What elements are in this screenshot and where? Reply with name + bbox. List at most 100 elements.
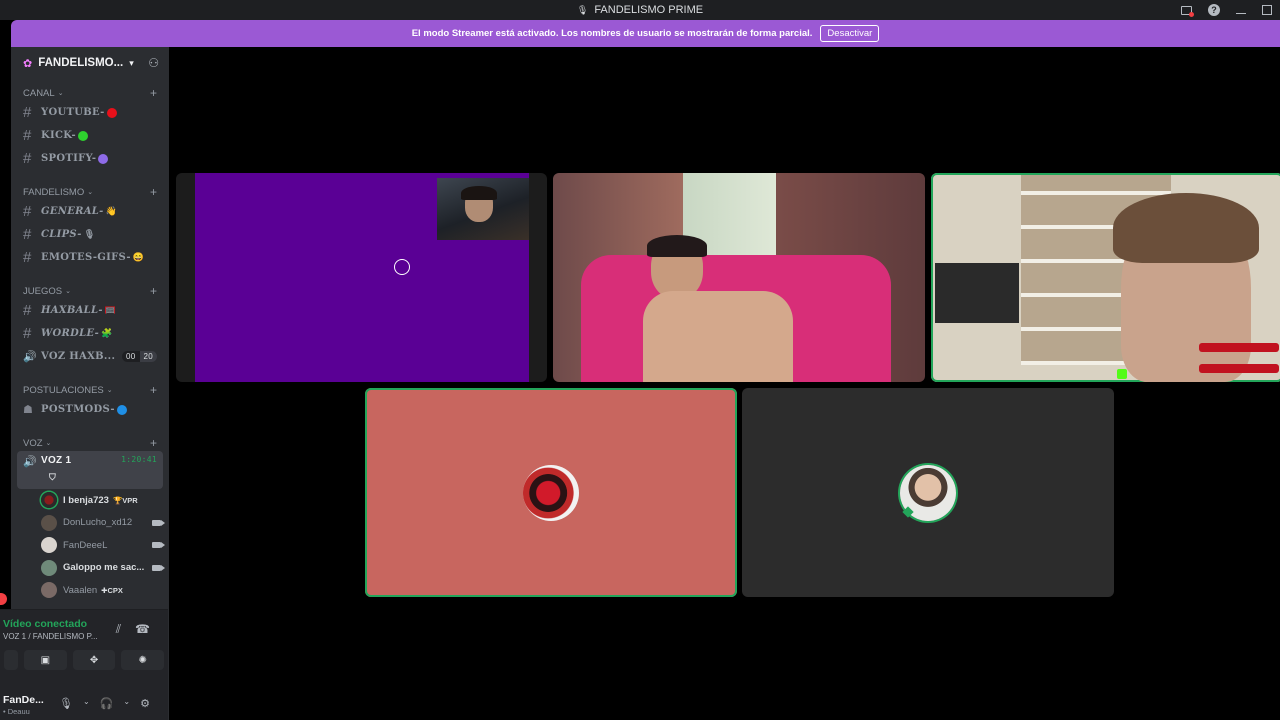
window-title: 🎙 FANDELISMO PRIME	[576, 4, 704, 16]
camera-icon	[152, 519, 165, 526]
person-torso	[643, 291, 793, 382]
screen-share-icon[interactable]	[1181, 5, 1194, 17]
hash-icon: #	[23, 203, 32, 220]
voice-controls: ⫽ ☎	[116, 622, 150, 637]
avatar	[41, 492, 57, 509]
soundboard-button[interactable]: ✺	[121, 650, 165, 670]
microphone-icon[interactable]: 🎙	[59, 697, 73, 710]
voice-user[interactable]: FanDeeeL	[11, 534, 169, 557]
chevron-down-icon: ⌄	[106, 387, 113, 394]
window-controls: ?	[1181, 0, 1280, 20]
minimize-icon[interactable]	[1236, 7, 1246, 14]
channel-kick[interactable]: # KICK-	[17, 124, 163, 147]
streamer-mode-banner: El modo Streamer está activado. Los nomb…	[11, 20, 1280, 47]
avatar	[41, 582, 57, 599]
avatar	[41, 514, 57, 531]
headphones-icon[interactable]: 🎧	[100, 697, 114, 710]
add-user-icon[interactable]: ⚇	[148, 56, 159, 70]
role-badge: ✚CPX	[101, 585, 123, 595]
user-name[interactable]: FanDe...	[3, 694, 44, 706]
notification-dot	[0, 593, 7, 605]
hash-icon: #	[23, 325, 32, 342]
disconnect-icon[interactable]: ☎	[135, 622, 150, 637]
person-hair	[1113, 193, 1259, 263]
noise-suppression-icon[interactable]: ⫽	[116, 622, 121, 637]
chevron-down-icon[interactable]: ⌄	[83, 697, 90, 710]
channel-voz-haxball[interactable]: 🔊 VOZ HAXB... 00 20	[17, 345, 163, 368]
deactivate-button[interactable]: Desactivar	[820, 25, 880, 42]
puzzle-emoji: 🧩	[101, 328, 113, 339]
video-tile-stream[interactable]	[176, 173, 547, 382]
add-channel-icon[interactable]: +	[150, 86, 157, 100]
chevron-down-icon: ⌄	[57, 90, 64, 97]
role-badge: 🏆VPR	[112, 495, 138, 505]
chevron-down-icon: ⌄	[87, 189, 94, 196]
user-panel: FanDe... • Deauu 🎙 ⌄ 🎧 ⌄ ⚙	[0, 688, 168, 720]
voice-user[interactable]: I benja723 🏆VPR	[11, 489, 169, 512]
kick-logo-icon	[1117, 369, 1127, 379]
video-tile-avatar-1[interactable]	[365, 388, 737, 597]
voice-user[interactable]: Vaaalen ✚CPX	[11, 579, 169, 602]
hash-icon: #	[23, 150, 32, 167]
category-canal[interactable]: CANAL ⌄ +	[11, 85, 169, 101]
voice-action-buttons: ▣ ✥ ✺	[0, 650, 168, 670]
gear-icon[interactable]: ⚙	[140, 697, 150, 710]
blue-circle-emoji	[116, 404, 127, 415]
chevron-down-icon[interactable]: ⌄	[123, 697, 130, 710]
hash-icon: #	[23, 302, 32, 319]
channel-emotes-gifs[interactable]: # EMOTES-GIFS- 😄	[17, 246, 163, 269]
tv-screen	[935, 263, 1019, 323]
voice-user[interactable]: Galoppo me sac...	[11, 557, 169, 580]
channel-haxball[interactable]: # HAXBALL- 🥅	[17, 299, 163, 322]
server-flower-icon: ✿	[23, 57, 33, 70]
help-icon[interactable]: ?	[1208, 4, 1220, 16]
channel-postmods[interactable]: ☗ POSTMODS-	[17, 398, 163, 421]
voice-status: Vídeo conectado	[3, 618, 88, 630]
red-circle-emoji	[106, 107, 117, 118]
video-tile-webcam-3[interactable]	[931, 173, 1280, 382]
purple-circle-emoji	[98, 153, 109, 164]
stream-overlay-bar-1	[1199, 343, 1279, 352]
add-channel-icon[interactable]: +	[150, 383, 157, 397]
streamer-banner-text: El modo Streamer está activado. Los nomb…	[411, 28, 813, 39]
server-icon: 🎙	[576, 4, 589, 15]
avatar	[41, 537, 57, 554]
camera-icon	[152, 564, 165, 571]
screen-share-button[interactable]: ▣	[24, 650, 67, 670]
add-channel-icon[interactable]: +	[150, 436, 157, 450]
channel-spotify[interactable]: # SPOTIFY-	[17, 147, 163, 170]
mic-emoji: 🎙	[83, 229, 96, 240]
channel-wordle[interactable]: # WORDLE- 🧩	[17, 322, 163, 345]
add-channel-icon[interactable]: +	[150, 284, 157, 298]
channel-voz-1[interactable]: 🔊 VOZ 1 1:20:41 ⛉	[17, 451, 163, 489]
hash-icon: #	[23, 249, 32, 266]
server-name: FANDELISMO...	[38, 57, 124, 69]
user-controls: 🎙 ⌄ 🎧 ⌄ ⚙	[59, 697, 150, 710]
avatar	[41, 559, 57, 576]
category-voz[interactable]: VOZ ⌄ +	[11, 435, 169, 451]
channel-clips[interactable]: # CLIPS- 🎙	[17, 223, 163, 246]
speaker-icon: 🔊	[23, 350, 37, 363]
channel-youtube[interactable]: # YOUTUBE-	[17, 101, 163, 124]
channel-general[interactable]: # GENERAL- 👋	[17, 200, 163, 223]
video-tile-avatar-2[interactable]	[742, 388, 1114, 597]
add-channel-icon[interactable]: +	[150, 185, 157, 199]
window-titlebar: 🎙 FANDELISMO PRIME ?	[0, 0, 1280, 20]
activities-button[interactable]: ✥	[72, 650, 116, 670]
voice-user[interactable]: DonLucho_xd12	[11, 512, 169, 535]
video-tile-webcam-2[interactable]	[553, 173, 925, 382]
shield-icon: ⛉	[49, 472, 57, 482]
voice-channel-path[interactable]: VOZ 1 / FANDELISMO P...	[3, 632, 98, 641]
user-status: • Deauu	[3, 707, 30, 716]
chevron-down-icon: ⌄	[45, 440, 52, 447]
category-postulaciones[interactable]: POSTULACIONES ⌄ +	[11, 382, 169, 398]
person-hair	[461, 186, 497, 200]
camera-button[interactable]	[4, 650, 18, 670]
category-juegos[interactable]: JUEGOS ⌄ +	[11, 283, 169, 299]
speaker-icon: 🔊	[23, 455, 37, 468]
hash-icon: #	[23, 226, 32, 243]
server-header[interactable]: ✿ FANDELISMO... ▾ ⚇	[11, 47, 169, 79]
maximize-icon[interactable]	[1262, 5, 1272, 15]
category-fandelismo[interactable]: FANDELISMO ⌄ +	[11, 184, 169, 200]
user-limit-badge: 00 20	[122, 351, 157, 362]
